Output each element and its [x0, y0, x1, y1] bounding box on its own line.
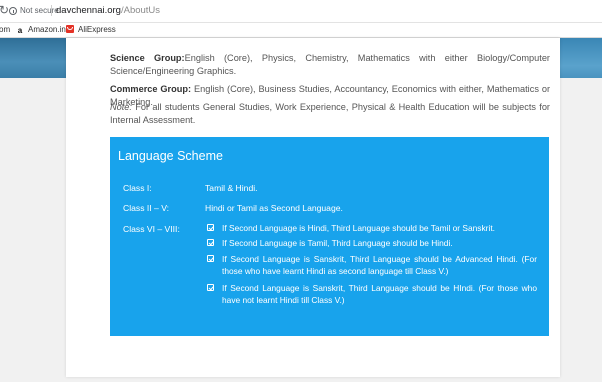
- about-content: Science Group:English (Core), Physics, C…: [66, 38, 560, 377]
- note-paragraph: Note: For all students General Studies, …: [110, 101, 550, 127]
- aliexpress-icon: [66, 25, 74, 33]
- checkbox-icon: [207, 239, 214, 246]
- language-rule-text: If Second Language is Tamil, Third Langu…: [222, 238, 453, 248]
- class-6-8-label: Class VI – VIII:: [123, 224, 180, 234]
- reload-icon[interactable]: ↻: [0, 4, 9, 17]
- class-2-5-label: Class II – V:: [123, 203, 170, 213]
- checkbox-icon: [207, 284, 214, 291]
- url-host: davchennai.org: [56, 5, 121, 16]
- science-group-label: Science Group:: [110, 53, 185, 63]
- bookmarks-bar: om a Amazon.in AliExpress: [0, 23, 602, 38]
- language-rule-text: If Second Language is Hindi, Third Langu…: [222, 223, 495, 233]
- class-2-5-value: Hindi or Tamil as Second Language.: [205, 203, 343, 213]
- header-banner-left: [0, 38, 70, 78]
- science-group-paragraph: Science Group:English (Core), Physics, C…: [110, 52, 550, 78]
- divider: [51, 5, 52, 16]
- language-rule-item: If Second Language is Sanskrit, Third La…: [207, 283, 537, 306]
- language-scheme-title: Language Scheme: [118, 149, 223, 163]
- url-text[interactable]: davchennai.org/AboutUs: [56, 5, 160, 16]
- amazon-icon: a: [17, 26, 23, 35]
- info-icon[interactable]: [9, 7, 17, 15]
- language-scheme-box: Language Scheme Class I: Tamil & Hindi. …: [110, 137, 549, 336]
- checkbox-icon: [207, 255, 214, 262]
- bookmark-label: Amazon.in: [28, 25, 66, 34]
- header-banner-right: [560, 38, 602, 78]
- address-bar[interactable]: ↻ Not secure davchennai.org/AboutUs: [0, 0, 602, 23]
- security-label[interactable]: Not secure: [20, 6, 59, 15]
- bookmark-item[interactable]: om: [0, 25, 10, 35]
- class-1-label: Class I:: [123, 183, 152, 193]
- class-1-value: Tamil & Hindi.: [205, 183, 258, 193]
- language-rule-item: If Second Language is Hindi, Third Langu…: [207, 223, 537, 235]
- language-rule-text: If Second Language is Sanskrit, Third La…: [222, 254, 537, 276]
- commerce-group-label: Commerce Group:: [110, 84, 192, 94]
- language-rule-item: If Second Language is Sanskrit, Third La…: [207, 254, 537, 277]
- bookmark-aliexpress[interactable]: AliExpress: [66, 25, 116, 35]
- bookmark-label: om: [0, 25, 11, 34]
- note-text: For all students General Studies, Work E…: [110, 102, 550, 125]
- checkbox-icon: [207, 224, 214, 231]
- bookmark-amazon[interactable]: a Amazon.in: [16, 25, 66, 35]
- language-rule-text: If Second Language is Sanskrit, Third La…: [222, 283, 537, 305]
- note-label: Note:: [110, 102, 132, 112]
- url-path: /AboutUs: [120, 5, 161, 16]
- bookmark-label: AliExpress: [78, 25, 116, 34]
- language-rule-item: If Second Language is Tamil, Third Langu…: [207, 238, 537, 250]
